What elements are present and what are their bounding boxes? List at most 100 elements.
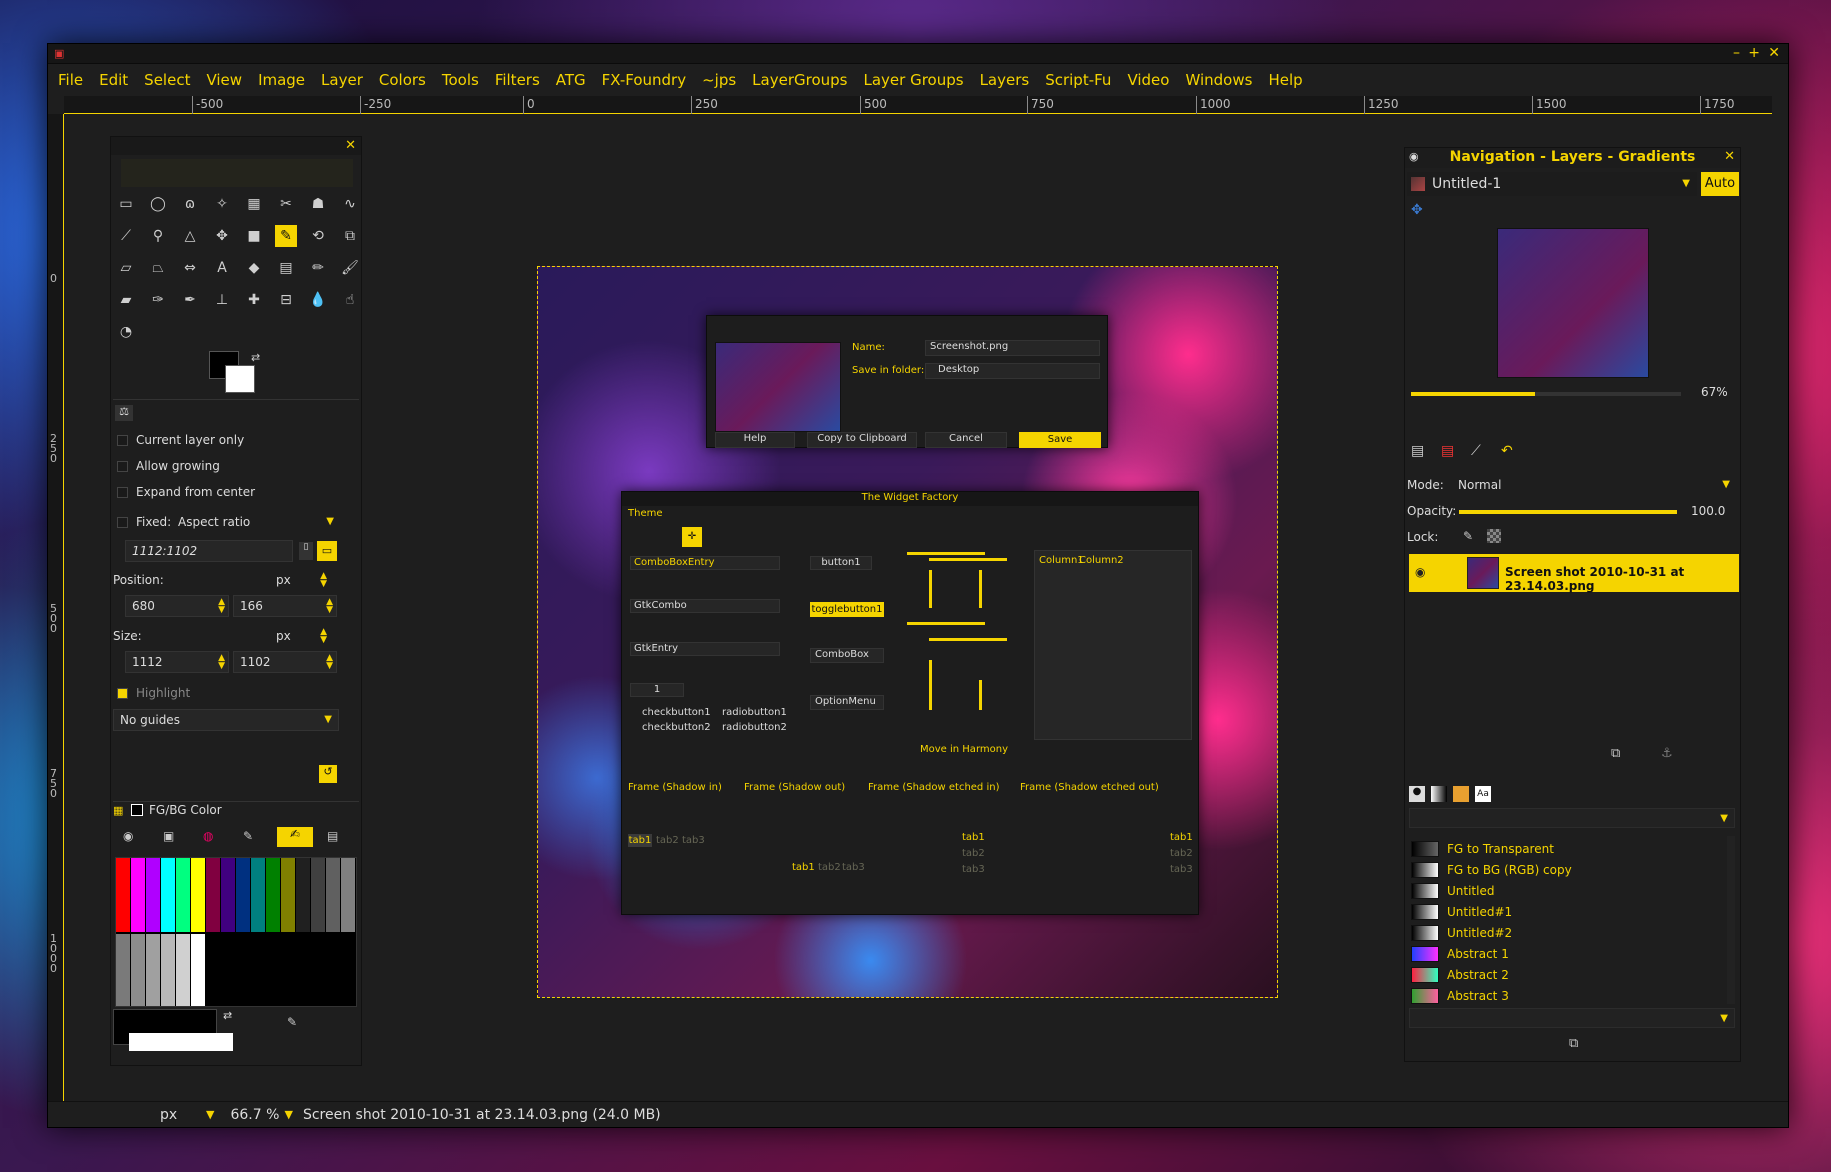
toolbar-active-icon[interactable]: ✛ (682, 527, 702, 547)
scissors-icon[interactable]: ✂ (275, 193, 297, 215)
undo-tab-icon[interactable]: ↶ (1501, 443, 1523, 461)
menu-jps[interactable]: ~jps (702, 71, 736, 89)
opacity-value[interactable]: 100.0 (1691, 504, 1725, 518)
gradient-item[interactable]: FG to BG (RGB) copy (1411, 861, 1572, 879)
palette-swatch[interactable] (131, 858, 145, 932)
theme-menu[interactable]: Theme (628, 508, 663, 519)
menu-script-fu[interactable]: Script-Fu (1045, 71, 1111, 89)
checkbox[interactable] (117, 460, 128, 472)
gtkentry[interactable]: GtkEntry (630, 642, 780, 656)
copy-clipboard-button[interactable]: Copy to Clipboard (807, 432, 917, 448)
spin-button[interactable]: 1 (630, 683, 684, 697)
menu-layergroups[interactable]: LayerGroups (752, 71, 847, 89)
patterns-tab-icon[interactable] (1453, 786, 1469, 802)
gradients-tab-icon[interactable] (1431, 786, 1447, 802)
palette-swatch[interactable] (176, 858, 190, 932)
paths-tab-icon[interactable]: ⟋ (1471, 443, 1493, 461)
layers-tab-icon[interactable]: ▤ (1411, 443, 1433, 461)
flip-icon[interactable]: ⇔ (179, 257, 201, 279)
highlight-option[interactable]: Highlight (117, 686, 190, 700)
palette-swatch[interactable] (266, 858, 280, 932)
move-in-harmony[interactable]: Move in Harmony (920, 744, 1008, 755)
foreground-select-icon[interactable]: ☗ (307, 193, 329, 215)
radiobutton1[interactable]: radiobutton1 (722, 707, 787, 718)
menu-tools[interactable]: Tools (442, 71, 479, 89)
align-icon[interactable]: ■ (243, 225, 265, 247)
gradient-item[interactable]: Abstract 1 (1411, 945, 1509, 963)
menu-layers[interactable]: Layers (980, 71, 1030, 89)
menu-edit[interactable]: Edit (99, 71, 128, 89)
palette-swatch[interactable] (191, 858, 205, 932)
palette-selector-icon[interactable]: ✍ (277, 827, 313, 847)
palette-swatch[interactable] (236, 858, 250, 932)
tab2[interactable]: tab2 (656, 835, 679, 846)
togglebutton1[interactable]: togglebutton1 (810, 602, 884, 617)
ratio-field[interactable]: 1112:1102 (125, 540, 293, 562)
channels-tab-icon[interactable]: ▤ (1441, 443, 1463, 461)
button1[interactable]: button1 (810, 556, 872, 570)
lock-alpha-icon[interactable] (1487, 529, 1501, 543)
landscape-icon[interactable]: ▭ (317, 541, 337, 561)
blur-icon[interactable]: 💧 (307, 289, 329, 311)
ink-icon[interactable]: ✒ (179, 289, 201, 311)
gradient-item[interactable]: FG to Transparent (1411, 840, 1554, 858)
palette-swatch[interactable] (146, 934, 160, 1006)
color-picker-icon[interactable]: ⟋ (115, 225, 137, 247)
rotate-icon[interactable]: ⟲ (307, 225, 329, 247)
tab2-bottom[interactable]: tab2 (818, 862, 841, 873)
palette-swatch[interactable] (341, 858, 355, 932)
color-palette[interactable] (115, 857, 357, 1007)
mode-dropdown[interactable]: Normal ▼ (1451, 474, 1737, 496)
palette-swatch[interactable] (146, 858, 160, 932)
palette-swatch[interactable] (176, 934, 190, 1006)
watercolor-icon[interactable]: ✎ (243, 829, 253, 843)
menu-view[interactable]: View (206, 71, 242, 89)
comboboxentry[interactable]: ComboBoxEntry (630, 556, 780, 570)
unit-selector[interactable]: px (160, 1107, 206, 1123)
checkbutton1[interactable]: checkbutton1 (642, 707, 711, 718)
tab2-right[interactable]: tab2 (1170, 848, 1193, 859)
gradient-item[interactable]: Abstract 2 (1411, 966, 1509, 984)
scale-sliders[interactable] (907, 552, 1007, 728)
scales-icon[interactable]: ◉ (123, 829, 133, 843)
vertical-ruler[interactable]: 0 250 500 750 1000 (48, 114, 64, 1104)
image-canvas[interactable]: Name: Screenshot.png Save in folder: Des… (537, 266, 1278, 998)
background-color[interactable] (129, 1033, 233, 1051)
menu-filters[interactable]: Filters (495, 71, 540, 89)
menu-fx-foundry[interactable]: FX-Foundry (602, 71, 686, 89)
duplicate-gradient-icon[interactable]: ⧉ (1569, 1036, 1578, 1051)
fuzzy-select-icon[interactable]: ✧ (211, 193, 233, 215)
fixed-mode-dropdown[interactable]: Aspect ratio ▼ (171, 511, 341, 533)
tab1[interactable]: tab1 (628, 834, 652, 847)
close-button[interactable]: ✕ (1768, 45, 1780, 61)
minimize-button[interactable]: – (1733, 45, 1740, 61)
palette-swatch[interactable] (191, 934, 205, 1006)
heal-icon[interactable]: ✚ (243, 289, 265, 311)
image-selector[interactable]: Untitled-1 ▼ (1407, 172, 1697, 196)
position-x-field[interactable]: 680 ▲ ▼ (125, 595, 229, 617)
fonts-tab-icon[interactable]: Aa (1475, 786, 1491, 802)
tab1-right[interactable]: tab1 (1170, 832, 1193, 843)
move-icon[interactable]: ✥ (211, 225, 233, 247)
swap-colors-icon[interactable]: ⇄ (251, 351, 260, 364)
clone-icon[interactable]: ⊥ (211, 289, 233, 311)
scales-grid-icon[interactable]: ▤ (327, 829, 338, 843)
gradient-list-scrollbar[interactable] (1727, 836, 1735, 1004)
help-button[interactable]: Help (715, 432, 795, 448)
perspective-clone-icon[interactable]: ⊟ (275, 289, 297, 311)
dodge-burn-icon[interactable]: ◔ (115, 321, 137, 343)
lock-pixels-icon[interactable]: ✎ (1463, 529, 1473, 543)
palette-swatch[interactable] (311, 858, 325, 932)
maximize-button[interactable]: + (1748, 45, 1760, 61)
unit-dropdown-icon[interactable]: ▼ (206, 1108, 214, 1121)
checkbox[interactable] (117, 434, 128, 446)
zoom-dropdown-icon[interactable]: ▼ (284, 1108, 292, 1121)
anchor-icon[interactable]: ⚓ (1661, 746, 1673, 761)
eye-icon[interactable]: ◉ (1415, 565, 1425, 579)
close-icon[interactable]: ✕ (1724, 149, 1735, 164)
folder-dropdown[interactable]: Desktop (925, 363, 1100, 379)
lasso-icon[interactable]: ɷ (179, 193, 201, 215)
shear-icon[interactable]: ▱ (115, 257, 137, 279)
fixed-option[interactable]: Fixed: (117, 515, 171, 529)
position-unit[interactable]: px ▲ ▼ (269, 569, 331, 591)
